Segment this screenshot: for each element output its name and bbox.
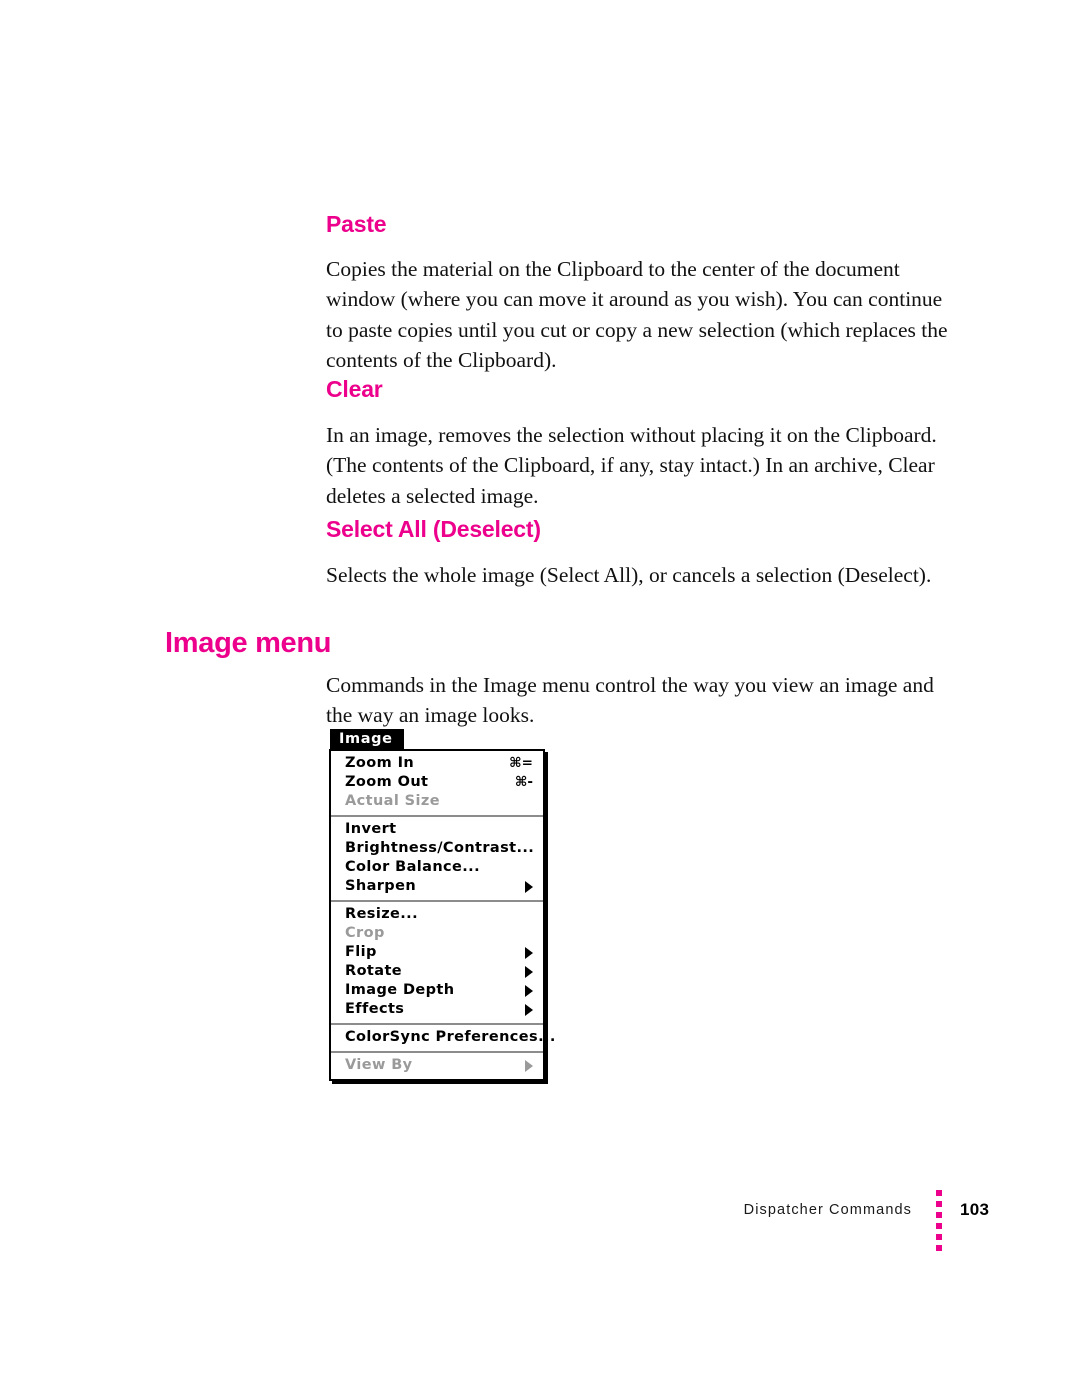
menu-item-label: Rotate [345, 963, 403, 979]
menu-item-label: ColorSync Preferences... [345, 1029, 556, 1045]
footer-dot [936, 1212, 942, 1218]
menu-dropdown-panel: Zoom In ⌘= Zoom Out ⌘- Actual Size Invert Brig… [329, 749, 555, 1081]
menu-group: View By [331, 1053, 543, 1079]
section-heading-select-all: Select All (Deselect) [326, 516, 541, 543]
menu-item-label: Flip [345, 944, 377, 960]
menu-group: ColorSync Preferences... [331, 1025, 555, 1053]
footer-dot [936, 1234, 942, 1240]
menu-group: Resize... Crop Flip Rotate Image Depth Effect… [331, 902, 543, 1025]
image-menu-screenshot: Image Zoom In ⌘= Zoom Out ⌘- Actual Size Inve… [329, 729, 555, 1081]
menu-item-image-depth[interactable]: Image Depth [331, 981, 543, 1000]
menu-item-resize[interactable]: Resize... [331, 905, 543, 924]
menu-item-invert[interactable]: Invert [331, 820, 543, 839]
menu-item-label: Resize... [345, 906, 418, 922]
menu-item-shortcut: ⌘= [509, 755, 533, 771]
section-body-paste: Copies the material on the Clipboard to … [326, 256, 948, 373]
menu-item-rotate[interactable]: Rotate [331, 962, 543, 981]
menu-item-flip[interactable]: Flip [331, 943, 543, 962]
menu-item-zoom-in[interactable]: Zoom In ⌘= [331, 754, 543, 773]
menu-item-label: View By [345, 1057, 413, 1073]
submenu-arrow-icon [525, 947, 533, 959]
menu-item-label: Sharpen [345, 878, 417, 894]
menu-item-color-balance[interactable]: Color Balance... [331, 858, 543, 877]
menu-group: Zoom In ⌘= Zoom Out ⌘- Actual Size [331, 751, 543, 817]
menu-item-view-by: View By [331, 1056, 543, 1075]
menu-title-image[interactable]: Image [330, 729, 404, 750]
menu-item-label: Invert [345, 821, 397, 837]
page-footer: Dispatcher Commands 103 [0, 1190, 1080, 1251]
footer-dot-rule [936, 1190, 944, 1256]
footer-dot [936, 1223, 942, 1229]
submenu-arrow-icon [525, 1060, 533, 1072]
footer-dot [936, 1190, 942, 1196]
chapter-heading-image-menu: Image menu [165, 627, 332, 660]
submenu-arrow-icon [525, 881, 533, 893]
chapter-body-image-menu: Commands in the Image menu control the w… [326, 672, 934, 728]
section-body-select-all: Selects the whole image (Select All), or… [326, 562, 932, 587]
document-page: Paste Copies the material on the Clipboa… [0, 0, 1080, 1397]
menu-item-label: Zoom Out [345, 774, 429, 790]
section-heading-paste: Paste [326, 211, 387, 238]
menu-item-actual-size: Actual Size [331, 792, 543, 811]
submenu-arrow-icon [525, 1004, 533, 1016]
footer-dot [936, 1245, 942, 1251]
menu-item-label: Actual Size [345, 793, 440, 809]
menu-item-label: Color Balance... [345, 859, 481, 875]
menu-item-crop: Crop [331, 924, 543, 943]
menu-item-zoom-out[interactable]: Zoom Out ⌘- [331, 773, 543, 792]
submenu-arrow-icon [525, 966, 533, 978]
menu-item-effects[interactable]: Effects [331, 1000, 543, 1019]
footer-running-head: Dispatcher Commands [743, 1202, 912, 1218]
menu-item-label: Zoom In [345, 755, 415, 771]
menu-item-brightness-contrast[interactable]: Brightness/Contrast... [331, 839, 543, 858]
menu-item-label: Image Depth [345, 982, 455, 998]
footer-page-number: 103 [960, 1200, 990, 1219]
menu-item-shortcut: ⌘- [514, 774, 533, 790]
menu-item-label: Effects [345, 1001, 405, 1017]
section-body-clear: In an image, removes the selection witho… [326, 422, 937, 508]
menu-item-sharpen[interactable]: Sharpen [331, 877, 543, 896]
footer-dot [936, 1201, 942, 1207]
menu-item-label: Crop [345, 925, 385, 941]
menu-item-label: Brightness/Contrast... [345, 840, 535, 856]
menu-item-colorsync-preferences[interactable]: ColorSync Preferences... [331, 1028, 555, 1047]
section-heading-clear: Clear [326, 376, 383, 403]
menu-group: Invert Brightness/Contrast... Color Balanc… [331, 817, 543, 902]
submenu-arrow-icon [525, 985, 533, 997]
